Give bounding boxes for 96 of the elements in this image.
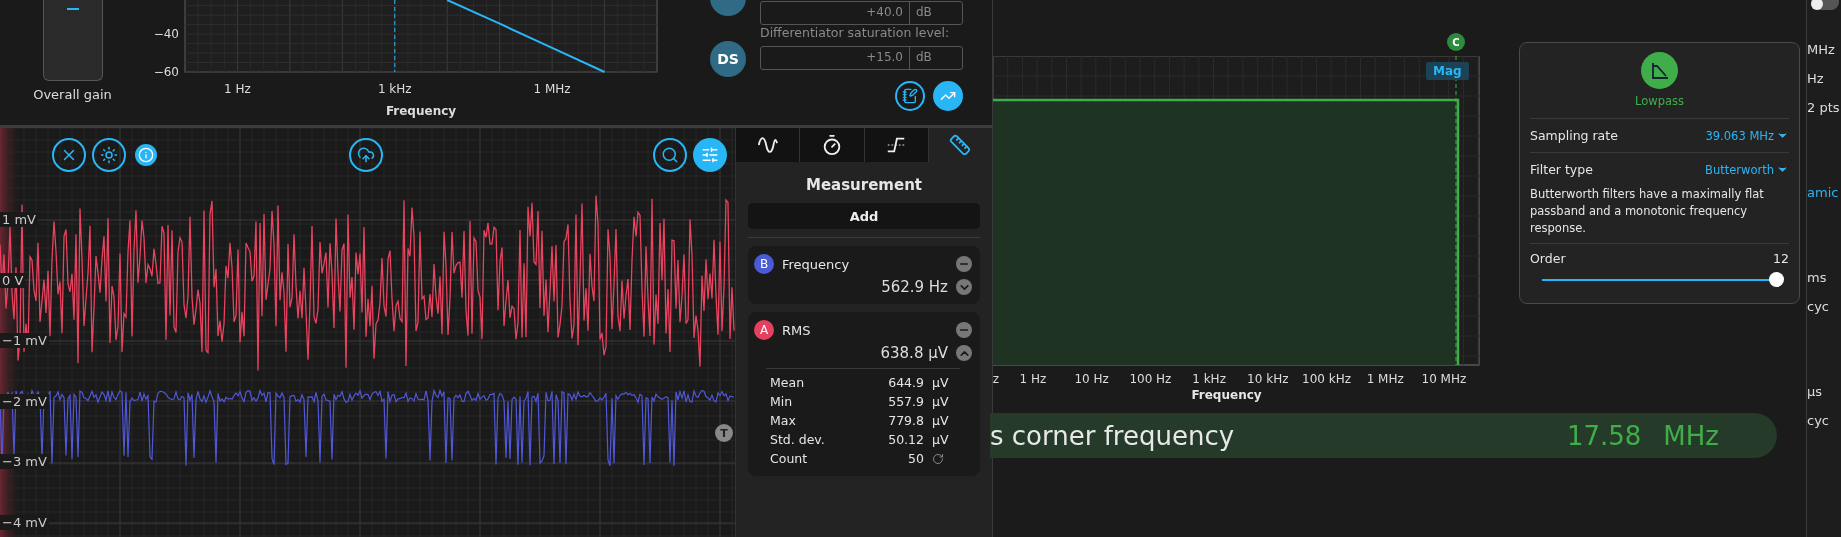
magnitude-label: Mag (1426, 62, 1469, 80)
sidebar-text: Hz (1807, 71, 1825, 86)
starburst-icon (100, 146, 118, 164)
sliders-icon (701, 146, 719, 164)
reset-icon[interactable] (932, 453, 944, 465)
stat-value: 644.9 (887, 374, 925, 392)
cloud-upload-button[interactable] (349, 138, 383, 172)
y-axis-label: −4 mV (0, 515, 49, 530)
x-tick-label: 1 MHz (533, 82, 571, 96)
corner-frequency-value: 17.58 (1566, 420, 1642, 451)
sidebar-text: ms (1807, 270, 1828, 285)
sidebar-text: 2 pts (1807, 100, 1841, 115)
x-tick-label: 10 Hz (1074, 372, 1109, 386)
sidebar-text: amic (1807, 185, 1840, 200)
measurement-name: Frequency (782, 256, 851, 272)
stat-unit: µV (932, 412, 950, 430)
sidebar-text: MHz (1807, 42, 1836, 57)
x-tick-label: 100 kHz (1302, 372, 1351, 386)
channel-badge: B (754, 254, 774, 274)
gain-slider[interactable] (42, 0, 103, 81)
y-axis-label: −3 mV (0, 454, 49, 470)
x-tick-label: 1 Hz (224, 82, 251, 96)
stat-value: 557.9 (887, 393, 925, 411)
setting-dropdown[interactable]: 39.063 MHz (1705, 128, 1789, 143)
info-icon (138, 147, 154, 163)
order-label: Order (1530, 251, 1566, 266)
cursor-marker[interactable]: C (1447, 33, 1465, 51)
saturation-input-field[interactable]: +15.0 dB (760, 46, 963, 70)
remove-button[interactable] (956, 322, 972, 338)
field-label: Differentiator saturation level: (760, 25, 951, 40)
y-axis-label: −2 mV (0, 393, 49, 409)
sine-wave-icon (756, 134, 779, 156)
gain-input-field[interactable]: +40.0 dB (760, 1, 963, 25)
stat-value: 50 (907, 450, 925, 468)
setting-dropdown[interactable]: Butterworth (1705, 162, 1789, 177)
ruler-icon (949, 134, 972, 156)
y-tick-label: −60 (153, 65, 179, 79)
measurement-name: RMS (782, 322, 812, 338)
setting-badge: DS (710, 41, 746, 77)
filter-description: Butterworth filters have a maximally flat passband and a monotonic frequency response. (1530, 186, 1765, 237)
x-tick-label: 100 Hz (1129, 372, 1172, 386)
panel-tab[interactable] (800, 128, 865, 162)
close-button[interactable] (52, 138, 86, 172)
sidebar-text: µs (1807, 384, 1824, 399)
add-button[interactable]: Add (748, 203, 980, 229)
filter-type-label: Lowpass (1635, 94, 1684, 108)
y-tick-label: −40 (153, 27, 179, 42)
stat-label: Max (770, 412, 797, 430)
stat-unit: µV (932, 431, 950, 449)
setting-label: Filter type (1530, 162, 1593, 177)
axis-title: Frequency (385, 104, 457, 118)
order-value: 12 (1773, 251, 1789, 266)
stat-value: 779.8 (887, 412, 925, 430)
corner-frequency-label: s corner frequency (990, 420, 1236, 451)
x-tick-label: 10 kHz (1247, 372, 1289, 386)
gain-label: Overall gain (33, 87, 112, 102)
x-tick-label: 1 Hz (1019, 372, 1047, 386)
zoom-button[interactable] (653, 138, 687, 172)
expand-toggle[interactable] (956, 279, 972, 295)
x-tick-label: 1 MHz (1366, 372, 1404, 386)
burst-button[interactable] (92, 138, 126, 172)
sidebar-text: cyc (1807, 299, 1830, 314)
panel-tab[interactable] (736, 128, 801, 162)
search-icon (661, 146, 679, 164)
y-axis-label: 1 mV (0, 212, 38, 227)
setting-label: Sampling rate (1530, 128, 1618, 143)
x-tick-label: 1 kHz (1192, 372, 1226, 386)
notebook-pen-icon (902, 88, 918, 104)
stat-label: Min (770, 393, 794, 411)
channel-badge: A (754, 320, 774, 340)
y-axis-label: −1 mV (0, 333, 49, 349)
stat-label: Count (770, 450, 809, 468)
x-tick-label: 1 kHz (377, 82, 412, 96)
toggle-switch[interactable] (1811, 0, 1839, 10)
stat-value: 50.12 (887, 431, 925, 449)
stat-label: Mean (770, 374, 806, 392)
stat-label: Std. dev. (770, 431, 826, 449)
chart-button[interactable] (933, 81, 963, 111)
notes-button[interactable] (895, 81, 925, 111)
stat-unit: µV (932, 393, 950, 411)
cloud-upload-icon (357, 146, 375, 164)
expand-toggle[interactable] (956, 345, 972, 361)
panel-title: Measurement (805, 176, 923, 194)
axis-title: Frequency (1191, 388, 1262, 402)
x-tick-label: 10 MHz (1421, 372, 1467, 386)
x-tick-label: z (993, 372, 1000, 386)
remove-button[interactable] (956, 256, 972, 272)
sidebar-text: cyc (1807, 413, 1830, 428)
trigger-marker[interactable]: T (715, 424, 733, 442)
measurement-value: 638.8 µV (880, 344, 948, 362)
measurement-value: 562.9 Hz (881, 278, 948, 296)
lowpass-icon (1641, 52, 1678, 89)
info-button[interactable] (135, 144, 157, 166)
corner-frequency-unit: MHz (1663, 420, 1719, 451)
stat-unit: µV (932, 374, 950, 392)
sliders-button[interactable] (693, 138, 727, 172)
